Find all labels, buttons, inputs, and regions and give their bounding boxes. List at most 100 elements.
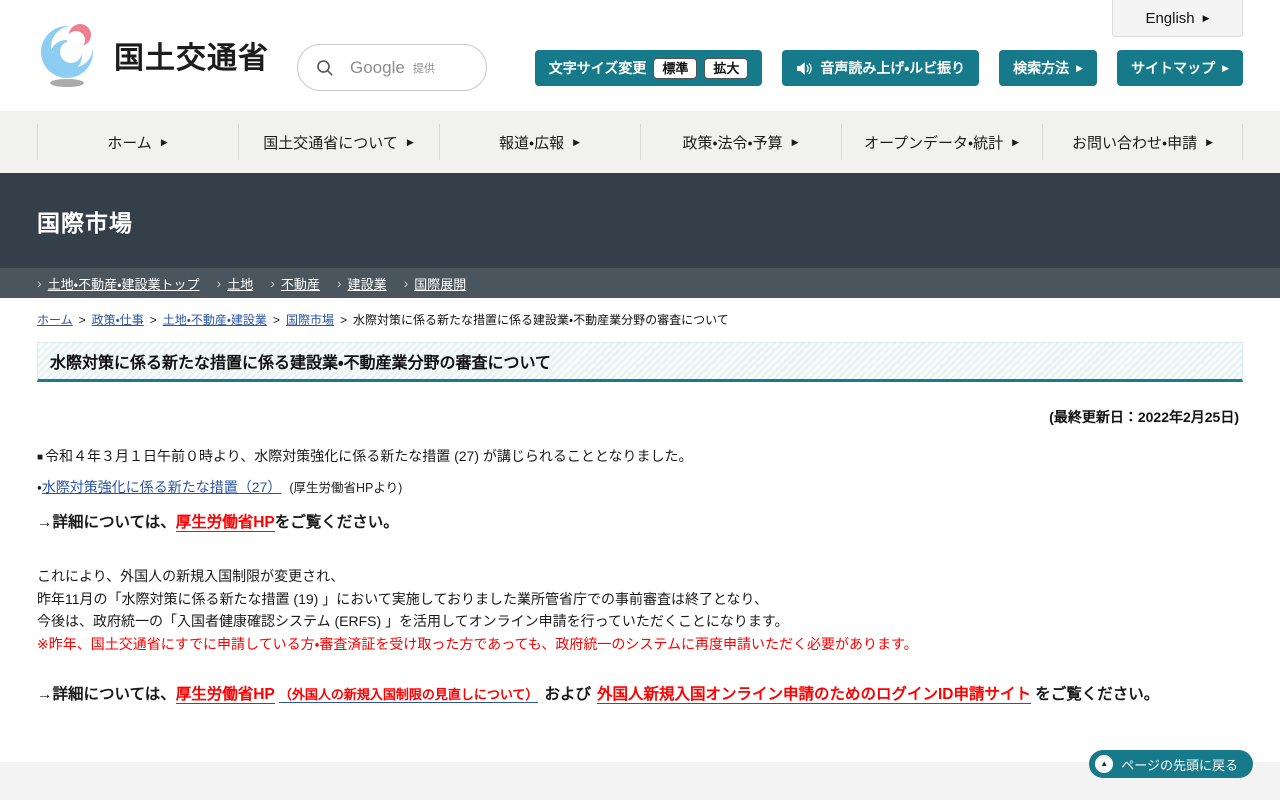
category-banner: 国際市場	[0, 173, 1280, 268]
measure-link-note: (厚生労働省HPより)	[289, 481, 403, 495]
detail-suffix: をご覧ください。	[274, 514, 399, 531]
measure-link[interactable]: 水際対策強化に係る新たな措置（27）	[42, 479, 282, 495]
nav-item-label: オープンデータ・統計	[863, 134, 1004, 152]
article: 水際対策に係る新たな措置に係る建設業・不動産業分野の審査について (最終更新日：…	[0, 342, 1280, 704]
category-link-realestate[interactable]: 不動産	[281, 274, 320, 293]
up-arrow-icon: ▲	[1095, 755, 1114, 773]
audio-reading-button[interactable]: 音声読み上げ・ルビ振り	[782, 50, 980, 86]
category-link-entry: › 土地・不動産・建設業トップ	[37, 274, 200, 293]
separator: >	[339, 313, 347, 327]
mhlw-hp-link-2-note[interactable]: （外国人の新規入国制限の見直しについて）	[278, 687, 539, 703]
page: English ▶ 国土交通省 Google 提供 文字サイズ変更 標準 拡大 …	[0, 0, 1280, 800]
paragraph-line: 昨年11月の「水際対策に係る新たな措置 (19) 」において実施しておりました業…	[37, 590, 768, 607]
conjunction-text: および	[544, 686, 591, 703]
font-size-label: 文字サイズ変更	[548, 60, 647, 76]
audio-reading-label: 音声読み上げ・ルビ振り	[820, 60, 966, 76]
category-link-entry: › 土地	[217, 274, 254, 293]
category-link-land[interactable]: 土地	[227, 274, 253, 293]
arrow-right-icon: ▶	[406, 136, 414, 147]
measure-link-line: ・水際対策強化に係る新たな措置（27） (厚生労働省HPより)	[37, 477, 1243, 497]
arrow-right-icon: ▶	[1202, 12, 1210, 23]
search-method-button[interactable]: 検索方法 ▶	[999, 50, 1098, 86]
chevron-icon: ›	[336, 275, 342, 291]
breadcrumb-link-home[interactable]: ホーム	[37, 313, 73, 327]
site-name: 国土交通省	[114, 42, 269, 75]
erfs-login-id-link[interactable]: 外国人新規入国オンライン申請のためのログインID申請サイト	[596, 686, 1031, 704]
sitemap-label: サイトマップ	[1131, 60, 1216, 76]
breadcrumb-link-policy[interactable]: 政策・仕事	[92, 313, 144, 327]
arrow-right-icon: ▶	[1012, 136, 1020, 147]
arrow-right-icon: ▶	[573, 136, 581, 147]
site-logo[interactable]: 国土交通省	[36, 22, 269, 88]
site-header: English ▶ 国土交通省 Google 提供 文字サイズ変更 標準 拡大 …	[0, 0, 1280, 111]
nav-item-contact[interactable]: お問い合わせ・申請 ▶	[1042, 111, 1243, 173]
search-placeholder-note: 提供	[412, 62, 435, 75]
search-input[interactable]: Google 提供	[297, 44, 487, 91]
mhlw-hp-link[interactable]: 厚生労働省HP	[175, 514, 275, 532]
sitemap-button[interactable]: サイトマップ ▶	[1117, 50, 1243, 86]
nav-item-label: ホーム	[107, 134, 152, 152]
site-footer	[0, 762, 1280, 800]
paragraph: これにより、外国人の新規入国制限が変更され、 昨年11月の「水際対策に係る新たな…	[37, 565, 1243, 655]
chevron-icon: ›	[216, 275, 222, 291]
arrow-right-icon: ▶	[1222, 62, 1229, 73]
last-updated: (最終更新日：2022年2月25日)	[1049, 409, 1239, 425]
up-triangle-glyph: ▲	[1100, 759, 1109, 768]
nav-item-home[interactable]: ホーム ▶	[37, 111, 238, 173]
paragraph-line: これにより、外国人の新規入国制限が変更され、	[37, 568, 345, 584]
breadcrumb-link-land-realestate[interactable]: 土地・不動産・建設業	[163, 313, 267, 327]
nav-item-open-data[interactable]: オープンデータ・統計 ▶	[841, 111, 1042, 173]
detail-prefix: →詳細については、	[37, 686, 176, 703]
nav-item-about-mlit[interactable]: 国土交通省について ▶	[238, 111, 439, 173]
nav-item-label: 報道・広報	[498, 134, 565, 152]
search-placeholder: Google	[350, 57, 405, 77]
font-size-button[interactable]: 文字サイズ変更 標準 拡大	[534, 50, 763, 86]
category-link-entry: › 不動産	[270, 274, 320, 293]
arrow-right-icon: ▶	[160, 136, 168, 147]
back-to-top-label: ページの先頭に戻る	[1121, 757, 1238, 773]
mhlw-hp-link-2[interactable]: 厚生労働省HP	[175, 686, 275, 704]
nav-item-press[interactable]: 報道・広報 ▶	[439, 111, 640, 173]
nav-item-policy[interactable]: 政策・法令・予算 ▶	[640, 111, 841, 173]
category-links-bar: › 土地・不動産・建設業トップ › 土地 › 不動産 › 建設業 › 国際展開	[0, 268, 1280, 298]
font-size-standard-button[interactable]: 標準	[653, 57, 698, 79]
paragraph-line: 今後は、政府統一の「入国者健康確認システム (ERFS) 」を活用してオンライン…	[37, 613, 789, 629]
header-buttons: 文字サイズ変更 標準 拡大 音声読み上げ・ルビ振り 検索方法 ▶ サイトマップ …	[534, 50, 1243, 86]
square-bullet-icon: ■	[37, 452, 44, 463]
breadcrumb-link-international-market[interactable]: 国際市場	[286, 313, 334, 327]
detail-suffix: をご覧ください。	[1035, 686, 1160, 703]
mlit-logo-icon	[41, 24, 93, 87]
english-button[interactable]: English ▶	[1112, 0, 1243, 37]
chevron-icon: ›	[270, 275, 275, 291]
breadcrumb-current: 水際対策に係る新たな措置に係る建設業・不動産業分野の審査について	[352, 313, 729, 327]
category-link-construction[interactable]: 建設業	[348, 274, 387, 293]
arrow-right-icon: ▶	[791, 136, 799, 147]
separator: >	[149, 313, 157, 327]
page-title: 水際対策に係る新たな措置に係る建設業・不動産業分野の審査について	[50, 355, 551, 372]
arrow-right-icon: ▶	[1076, 62, 1084, 73]
category-link-international[interactable]: 国際展開	[414, 274, 466, 293]
category-link-entry: › 建設業	[337, 274, 387, 293]
detail-prefix: →詳細については、	[37, 514, 176, 531]
breadcrumb: ホーム > 政策・仕事 > 土地・不動産・建設業 > 国際市場 > 水際対策に係る新たな措置に係…	[0, 298, 1280, 328]
nav-item-label: 政策・法令・予算	[682, 134, 783, 152]
english-label: English	[1145, 9, 1195, 27]
category-link-land-realestate-top[interactable]: 土地・不動産・建設業トップ	[48, 274, 200, 293]
separator: >	[272, 313, 280, 327]
notice-text: 令和４年３月１日午前０時より、水際対策強化に係る新たな措置 (27) が講じられ…	[45, 448, 693, 464]
chevron-icon: ›	[403, 275, 409, 291]
chevron-icon: ›	[37, 275, 42, 291]
notice-line: ■ 令和４年３月１日午前０時より、水際対策強化に係る新たな措置 (27) が講じら…	[37, 446, 1243, 466]
detail-line-2: →詳細については、厚生労働省HP （外国人の新規入国制限の見直しについて） および…	[37, 682, 1243, 704]
nav-item-label: お問い合わせ・申請	[1071, 134, 1198, 152]
detail-line-1: →詳細については、厚生労働省HPをご覧ください。	[37, 510, 1243, 532]
search-method-label: 検索方法	[1013, 60, 1070, 76]
category-link-entry: › 国際展開	[404, 274, 467, 293]
category-title: 国際市場	[37, 209, 133, 236]
speaker-icon	[797, 61, 813, 75]
separator: >	[78, 313, 86, 327]
font-size-large-button[interactable]: 拡大	[704, 57, 749, 79]
back-to-top-button[interactable]: ▲ ページの先頭に戻る	[1089, 750, 1253, 778]
search-icon	[317, 59, 333, 76]
article-content: ■ 令和４年３月１日午前０時より、水際対策強化に係る新たな措置 (27) が講じら…	[0, 427, 1280, 704]
